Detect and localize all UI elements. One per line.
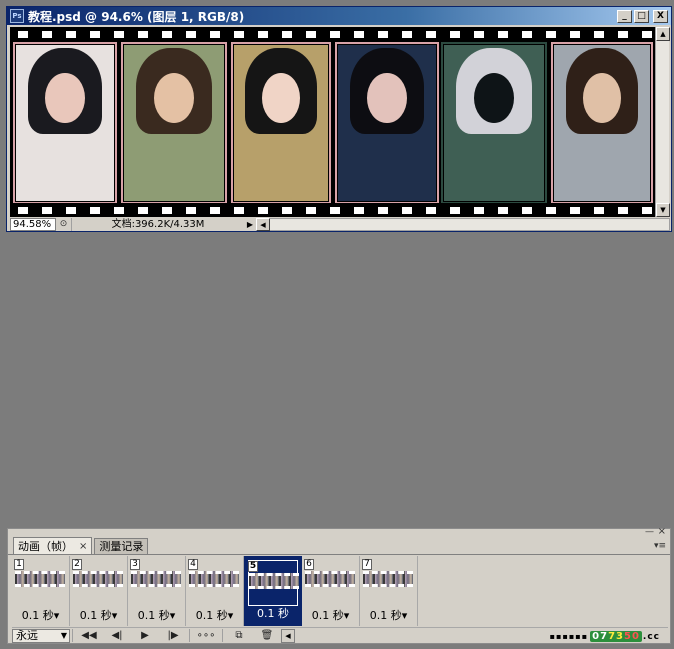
- frame-number: 1: [14, 559, 24, 570]
- animation-frame[interactable]: 4 0.1 秒▾: [186, 556, 244, 626]
- photo-image: [444, 45, 544, 201]
- animation-frame[interactable]: 1 0.1 秒▾: [12, 556, 70, 626]
- panel-menu-icon[interactable]: ▾≡: [654, 541, 666, 551]
- frame-delay-select[interactable]: 0.1 秒▾: [186, 607, 243, 623]
- status-bar: 94.58% ⊙ 文档:396.2K/4.33M ▶ ◀: [10, 218, 670, 231]
- frame-thumbnail: [305, 571, 355, 587]
- animation-frame[interactable]: 2 0.1 秒▾: [70, 556, 128, 626]
- divider: [189, 629, 190, 642]
- film-sprockets-top: [10, 27, 656, 41]
- frame-delay-select[interactable]: 0.1 秒▾: [360, 607, 417, 623]
- photo-image: [16, 45, 114, 201]
- photo-image: [554, 45, 650, 201]
- animation-frame[interactable]: 5 0.1 秒: [244, 556, 302, 626]
- first-frame-button[interactable]: ◀◀: [75, 629, 103, 643]
- animation-frame[interactable]: 6 0.1 秒▾: [302, 556, 360, 626]
- previous-frame-button[interactable]: ◀|: [103, 629, 131, 643]
- document-canvas[interactable]: [10, 27, 656, 217]
- animation-frames-strip: 1 0.1 秒▾ 2 0.1 秒▾ 3 0.1 秒▾ 4 0.1 秒▾ 5 0.1 秒 6 0.1 秒…: [12, 556, 422, 626]
- next-frame-button[interactable]: |▶: [159, 629, 187, 643]
- scroll-left-icon[interactable]: ◀: [256, 218, 270, 231]
- vertical-scrollbar[interactable]: ▲ ▼: [655, 27, 670, 217]
- watermark-suffix: .cc: [642, 631, 660, 642]
- frame-delay-select[interactable]: 0.1 秒▾: [12, 607, 69, 623]
- minimize-button[interactable]: _: [617, 9, 632, 23]
- tween-button[interactable]: ∘∘∘: [192, 629, 220, 643]
- watermark-part2: 73: [608, 631, 624, 642]
- frame-delay-select[interactable]: 0.1 秒▾: [128, 607, 185, 623]
- film-photo-3: [231, 42, 331, 204]
- frame-thumbnail: [131, 571, 181, 587]
- document-title-bar[interactable]: Ps 教程.psd @ 94.6% (图层 1, RGB/8) _ □ X: [7, 7, 671, 25]
- panel-tabs: 动画（帧） × 测量记录 ▾≡: [8, 537, 670, 555]
- animation-frame[interactable]: 7 0.1 秒▾: [360, 556, 418, 626]
- frame-delay-select[interactable]: 0.1 秒▾: [70, 607, 127, 623]
- frame-thumbnail: [363, 571, 413, 587]
- frame-delay-select[interactable]: 0.1 秒▾: [302, 607, 359, 623]
- photo-image: [338, 45, 436, 201]
- zoom-level-field[interactable]: 94.58%: [10, 218, 56, 231]
- tab-label: 动画（帧）: [18, 539, 73, 553]
- panel-collapse-icon[interactable]: —: [645, 527, 654, 537]
- frame-thumbnail: [189, 571, 239, 587]
- horizontal-scrollbar[interactable]: ◀: [256, 218, 670, 231]
- document-window: Ps 教程.psd @ 94.6% (图层 1, RGB/8) _ □ X ▲ …: [6, 6, 672, 232]
- document-size-info: 文档:396.2K/4.33M: [111, 219, 205, 230]
- frame-delay-select[interactable]: 0.1 秒: [246, 605, 300, 621]
- frame-number: 5: [248, 561, 258, 572]
- document-title: 教程.psd @ 94.6% (图层 1, RGB/8): [28, 9, 245, 24]
- duplicate-frame-button[interactable]: ⧉: [225, 629, 253, 643]
- maximize-button[interactable]: □: [634, 9, 649, 23]
- watermark-part3: 50: [623, 631, 640, 642]
- watermark-part1: 07: [592, 631, 609, 642]
- divider: [222, 629, 223, 642]
- frame-number: 7: [362, 559, 372, 570]
- tab-animation-frames[interactable]: 动画（帧） ×: [13, 537, 93, 554]
- watermark-text: 077350: [590, 631, 642, 642]
- scroll-down-icon[interactable]: ▼: [656, 203, 670, 217]
- divider: [72, 629, 73, 642]
- close-button[interactable]: X: [653, 9, 668, 23]
- frame-thumbnail: [15, 571, 65, 587]
- animation-controls: 永远 ▼ ◀◀ ◀| ▶ |▶ ∘∘∘ ⧉ 🗑 ◀ ▪▪▪▪▪▪ 077350 …: [12, 627, 668, 643]
- film-frames: [10, 42, 656, 204]
- watermark-logo: ▪▪▪▪▪▪ 077350 .cc: [550, 631, 660, 642]
- frames-scroll-left-icon[interactable]: ◀: [281, 628, 295, 643]
- animation-panel: — × 动画（帧） × 测量记录 ▾≡ 1 0.1 秒▾ 2 0.1 秒▾ 3 0.1 秒…: [7, 526, 671, 644]
- dropdown-arrow-icon: ▼: [60, 630, 67, 640]
- status-info-icon[interactable]: ⊙: [56, 218, 72, 231]
- film-photo-4: [335, 42, 439, 204]
- frame-thumbnail: [249, 573, 299, 589]
- loop-options-select[interactable]: 永远 ▼: [12, 628, 70, 643]
- play-button[interactable]: ▶: [131, 629, 159, 643]
- frame-thumbnail: [73, 571, 123, 587]
- frame-number: 3: [130, 559, 140, 570]
- film-photo-5: [441, 42, 547, 204]
- loop-option-value: 永远: [16, 628, 38, 642]
- window-controls: _ □ X: [617, 9, 668, 23]
- film-photo-2: [121, 42, 227, 204]
- panel-top-bar: — ×: [8, 526, 670, 538]
- photoshop-icon: Ps: [10, 9, 24, 23]
- film-photo-1: [13, 42, 117, 204]
- frame-number: 4: [188, 559, 198, 570]
- animation-frame[interactable]: 3 0.1 秒▾: [128, 556, 186, 626]
- status-menu-arrow-icon[interactable]: ▶: [244, 220, 256, 229]
- film-sprockets-bottom: [10, 203, 656, 217]
- frame-number: 2: [72, 559, 82, 570]
- panel-close-icon[interactable]: ×: [658, 526, 666, 537]
- photo-image: [124, 45, 224, 201]
- film-photo-6: [551, 42, 653, 204]
- photo-image: [234, 45, 328, 201]
- tab-label: 测量记录: [99, 540, 144, 553]
- frame-number: 6: [304, 559, 314, 570]
- delete-frame-button[interactable]: 🗑: [253, 629, 281, 643]
- watermark-dots: ▪▪▪▪▪▪: [549, 632, 589, 641]
- tab-close-icon[interactable]: ×: [79, 539, 87, 554]
- tab-measurement-log[interactable]: 测量记录: [94, 538, 149, 554]
- scroll-up-icon[interactable]: ▲: [656, 27, 670, 41]
